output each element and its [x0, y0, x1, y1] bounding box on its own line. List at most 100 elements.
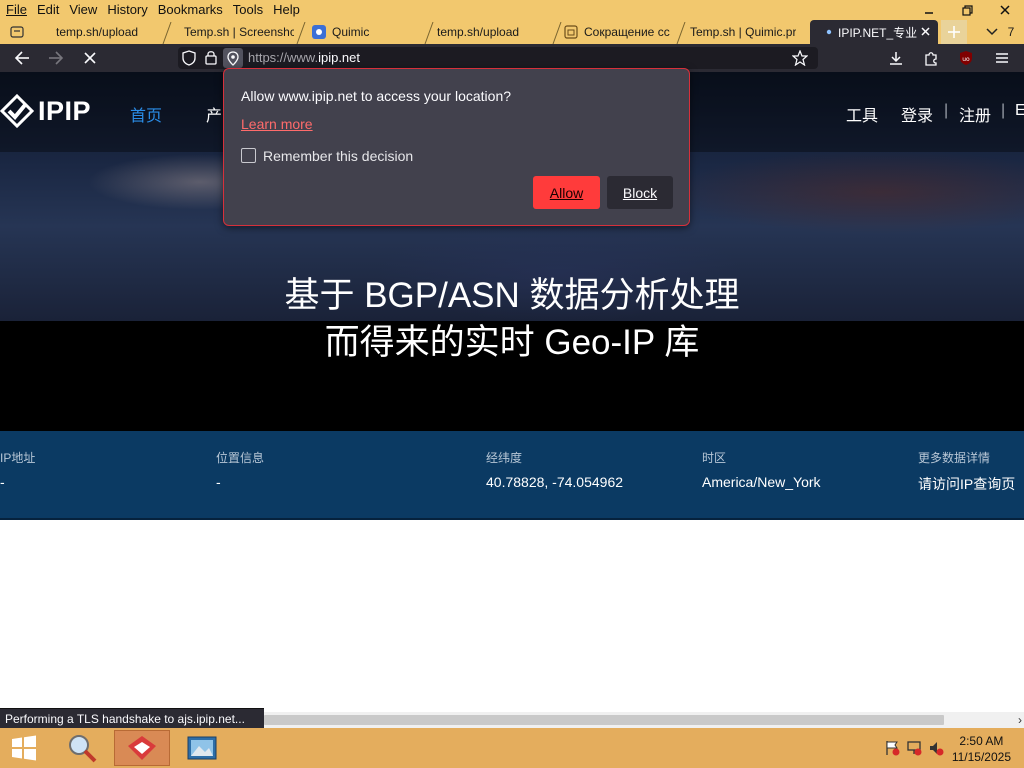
horizontal-scrollbar[interactable]: › [264, 712, 1024, 728]
tab-separator [296, 22, 306, 44]
volume-muted-icon[interactable] [928, 740, 944, 761]
info-location: 位置信息 - [216, 449, 264, 490]
taskbar: 2:50 AM 11/15/2025 [0, 728, 1024, 768]
url-host: ipip.net [318, 50, 360, 65]
quimic-icon [312, 25, 326, 39]
hero-title: 基于 BGP/ASN 数据分析处理 而得来的实时 Geo-IP 库 [0, 272, 1024, 366]
ublock-button[interactable]: uo [954, 48, 978, 68]
info-more-link[interactable]: 请访问IP查询页 [918, 474, 1024, 494]
tab-label: Temp.sh | Screenshc [184, 25, 294, 39]
close-window-button[interactable] [986, 0, 1024, 20]
puzzle-icon [925, 52, 937, 66]
tab-temp-upload-1[interactable]: temp.sh/upload [10, 20, 170, 44]
tab-bar: temp.sh/upload Temp.sh | Screenshc Quimi… [0, 20, 1024, 44]
scrollbar-thumb[interactable] [264, 715, 944, 725]
info-value: - [216, 474, 221, 490]
new-tab-button[interactable] [941, 20, 967, 44]
tab-label: Temp.sh | Quimic.pr [690, 25, 797, 39]
site-logo[interactable]: IPIP [0, 94, 91, 128]
url-bar[interactable]: https://www.ipip.net [178, 47, 818, 69]
nav-login[interactable]: 登录 [901, 102, 933, 126]
remember-decision-label[interactable]: Remember this decision [263, 148, 413, 164]
hero-title-line-1: 基于 BGP/ASN 数据分析处理 [284, 276, 740, 315]
menu-file[interactable]: File [0, 0, 32, 20]
taskbar-app-firefox[interactable] [114, 730, 170, 766]
tab-label: temp.sh/upload [56, 25, 139, 39]
minimize-button[interactable] [910, 0, 948, 20]
tab-close-button[interactable] [921, 25, 930, 39]
menu-history[interactable]: History [102, 0, 152, 20]
action-center-flag-icon[interactable] [884, 740, 900, 761]
taskbar-app-1[interactable] [54, 730, 110, 766]
menu-bookmarks[interactable]: Bookmarks [153, 0, 228, 20]
clock-time: 2:50 AM [959, 734, 1004, 748]
tab-label: Quimic [332, 25, 370, 39]
extensions-button[interactable] [919, 48, 943, 68]
restore-icon [961, 4, 973, 16]
logo-text: IPIP [38, 95, 92, 126]
block-button[interactable]: Block [607, 176, 673, 209]
restore-button[interactable] [948, 0, 986, 20]
network-icon[interactable] [906, 740, 922, 761]
nav-register[interactable]: 注册 [959, 102, 991, 126]
location-permission-icon[interactable] [223, 48, 243, 68]
shield-icon[interactable] [182, 50, 196, 71]
tab-quimic[interactable]: Quimic [312, 20, 422, 44]
plus-icon [948, 26, 960, 38]
allow-button[interactable]: Allow [533, 176, 600, 209]
info-label: 更多数据详情 [918, 451, 991, 465]
system-clock[interactable]: 2:50 AM 11/15/2025 [952, 733, 1011, 765]
tab-temp-upload-2[interactable]: temp.sh/upload [437, 20, 552, 44]
info-coordinates: 经纬度 40.78828, -74.054962 [486, 449, 623, 490]
tab-temp-quimic[interactable]: Temp.sh | Quimic.pr [690, 20, 798, 44]
menu-edit[interactable]: Edit [32, 0, 64, 20]
nav-home[interactable]: 首页 [130, 102, 162, 126]
nav-language[interactable]: E [1015, 102, 1024, 120]
windows-start-icon [12, 735, 36, 761]
location-permission-popup: Allow www.ipip.net to access your locati… [223, 68, 690, 226]
scroll-right-icon[interactable]: › [1018, 712, 1022, 728]
url-text[interactable]: https://www.ipip.net [248, 50, 360, 65]
close-icon [921, 27, 930, 36]
menu-bar: File Edit View History Bookmarks Tools H… [0, 0, 1024, 20]
hamburger-menu-icon [996, 53, 1008, 63]
app-magnifier-icon [69, 735, 97, 763]
nav-products[interactable]: 产 [206, 102, 222, 126]
info-label: 位置信息 [216, 451, 265, 465]
forward-button[interactable] [44, 48, 68, 68]
minimize-icon [925, 12, 933, 14]
stop-button[interactable] [78, 48, 102, 68]
bookmark-star-icon[interactable] [791, 49, 809, 71]
forward-arrow-icon [49, 51, 64, 65]
list-all-tabs-button[interactable]: 7 [976, 20, 1024, 44]
hero-title-line-2: 而得来的实时 Geo-IP 库 [324, 323, 700, 362]
menu-help[interactable]: Help [268, 0, 305, 20]
app-browser-icon [128, 736, 156, 760]
nav-tools[interactable]: 工具 [846, 102, 878, 126]
menu-tools[interactable]: Tools [228, 0, 268, 20]
tab-separator [676, 22, 686, 44]
permission-title: Allow www.ipip.net to access your locati… [241, 88, 512, 104]
taskbar-app-3[interactable] [174, 730, 230, 766]
tab-temp-screenshot[interactable]: Temp.sh | Screenshc [184, 20, 294, 44]
menu-view[interactable]: View [64, 0, 102, 20]
tab-label: temp.sh/upload [437, 25, 520, 39]
start-button[interactable] [0, 730, 48, 766]
remember-decision-checkbox[interactable] [241, 148, 256, 163]
app-menu-button[interactable] [990, 48, 1014, 68]
lock-icon[interactable] [205, 50, 217, 70]
dot-icon [826, 25, 832, 39]
tab-separator [424, 22, 434, 44]
tab-count: 7 [1007, 25, 1015, 39]
info-more-details: 更多数据详情 请访问IP查询页 [918, 449, 1024, 494]
downloads-button[interactable] [884, 48, 908, 68]
system-tray [884, 740, 944, 761]
tab-ipip-active[interactable]: IPIP.NET_专业 [810, 20, 938, 44]
back-button[interactable] [10, 48, 34, 68]
learn-more-link[interactable]: Learn more [241, 116, 313, 132]
clock-date: 11/15/2025 [951, 750, 1011, 764]
tab-label: Сокращение сс [584, 25, 670, 39]
tab-sokrashchenie[interactable]: Сокращение сс [564, 20, 674, 44]
tab-separator [552, 22, 562, 44]
info-value: - [0, 474, 5, 490]
